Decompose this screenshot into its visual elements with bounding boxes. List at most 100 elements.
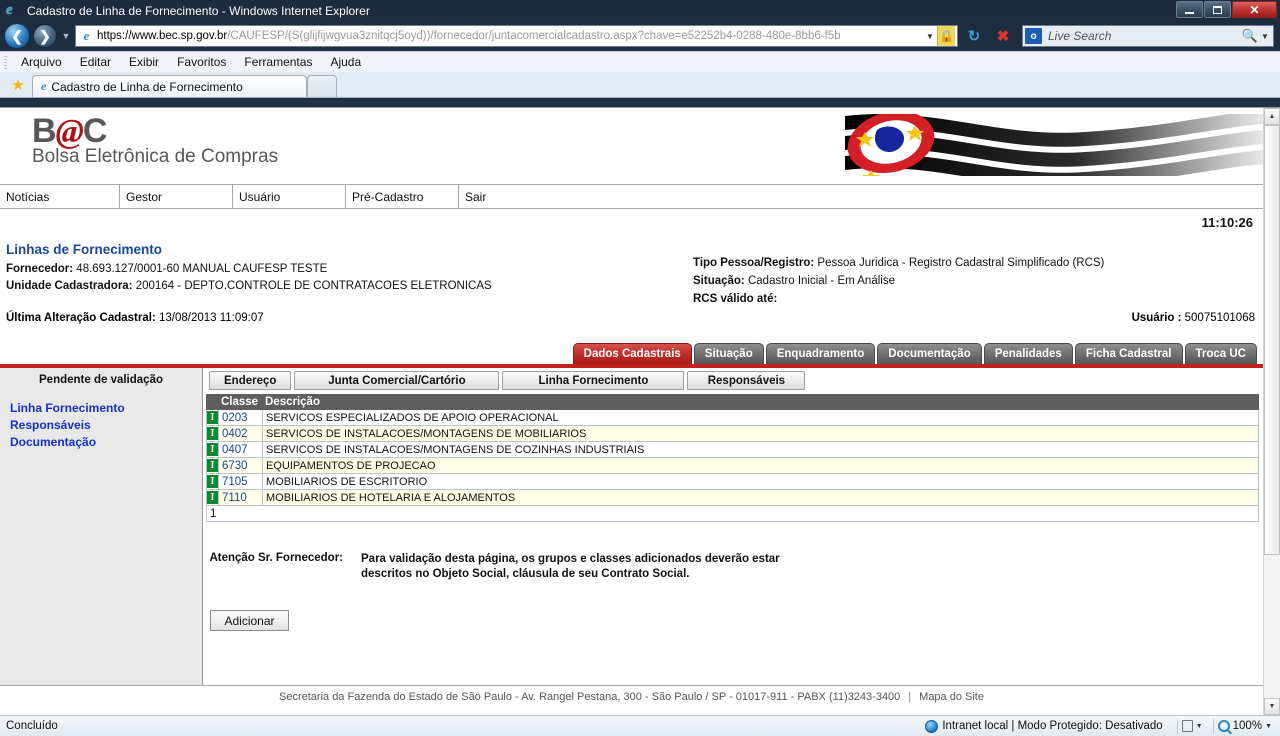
column-header-classe: Classe <box>218 394 263 410</box>
search-dropdown-icon[interactable]: ▼ <box>1259 32 1271 41</box>
search-box[interactable]: o Live Search 🔍 ▼ <box>1022 25 1274 47</box>
main-tabs: Dados Cadastrais Situação Enquadramento … <box>572 343 1257 364</box>
table-row[interactable]: I 7105 MOBILIARIOS DE ESCRITORIO <box>206 473 1259 490</box>
warning-text: Para validação desta página, os grupos e… <box>361 553 780 580</box>
stop-button[interactable]: ✖ <box>990 24 1016 48</box>
privacy-report-button[interactable]: ▼ <box>1181 720 1209 732</box>
add-button[interactable]: Adicionar <box>210 610 289 631</box>
table-row[interactable]: I 7110 MOBILIARIOS DE HOTELARIA E ALOJAM… <box>206 489 1259 506</box>
refresh-button[interactable]: ↻ <box>961 24 987 48</box>
tipo-pessoa-line: Tipo Pessoa/Registro: Pessoa Juridica - … <box>693 257 1104 269</box>
site-footer: Secretaria da Fazenda do Estado de São P… <box>0 685 1263 707</box>
subtab-endereco[interactable]: Endereço <box>209 371 292 390</box>
address-bar[interactable]: e https://www.bec.sp.gov.br/CAUFESP/(S(g… <box>75 25 958 47</box>
subtab-linha-fornecimento[interactable]: Linha Fornecimento <box>502 371 685 390</box>
scrollbar-thumb[interactable] <box>1264 125 1280 555</box>
row-info-cell[interactable]: I <box>206 473 219 490</box>
sidebar-item-documentacao[interactable]: Documentação <box>0 434 202 451</box>
info-icon[interactable]: I <box>207 427 218 440</box>
maximize-button[interactable] <box>1204 1 1231 18</box>
close-button[interactable]: ✕ <box>1232 1 1277 18</box>
tab-enquadramento[interactable]: Enquadramento <box>765 343 876 364</box>
row-info-cell[interactable]: I <box>206 441 219 458</box>
search-icon[interactable]: 🔍 <box>1241 28 1259 44</box>
window-controls: ✕ <box>1176 1 1277 18</box>
situacao-line: Situação: Cadastro Inicial - Em Análise <box>693 275 1104 287</box>
info-icon[interactable]: I <box>207 459 218 472</box>
info-icon[interactable]: I <box>207 411 218 424</box>
address-dropdown-icon[interactable]: ▼ <box>923 32 937 41</box>
row-classe: 7110 <box>218 489 263 506</box>
site-navigation: Notícias Gestor Usuário Pré-Cadastro Sai… <box>0 184 1263 209</box>
tab-label: Cadastro de Linha de Fornecimento <box>51 79 243 94</box>
content-panel: Endereço Junta Comercial/Cartório Linha … <box>203 368 1263 685</box>
pager-page-number[interactable]: 1 <box>206 505 1259 522</box>
status-bar: Concluído Intranet local | Modo Protegid… <box>0 715 1280 736</box>
tab-dados-cadastrais[interactable]: Dados Cadastrais <box>572 343 692 364</box>
zoom-caret-icon[interactable]: ▼ <box>1265 723 1272 730</box>
internet-explorer-icon: e <box>6 1 13 18</box>
table-pager-row: 1 <box>206 505 1259 522</box>
privacy-caret-icon[interactable]: ▼ <box>1196 723 1203 730</box>
site-nav-noticias[interactable]: Notícias <box>0 185 120 208</box>
menu-item-arquivo[interactable]: Arquivo <box>12 54 71 70</box>
sidebar-item-linha-fornecimento[interactable]: Linha Fornecimento <box>0 400 202 417</box>
row-descricao: SERVICOS DE INSTALACOES/MONTAGENS DE COZ… <box>262 441 1259 458</box>
menu-item-ajuda[interactable]: Ajuda <box>321 54 370 70</box>
tab-documentacao[interactable]: Documentação <box>877 343 982 364</box>
table-row[interactable]: I 6730 EQUIPAMENTOS DE PROJECAO <box>206 457 1259 474</box>
zoom-control[interactable]: 100% ▼ <box>1217 720 1280 732</box>
sao-paulo-flag-banner <box>845 114 1263 176</box>
table-row[interactable]: I 0203 SERVICOS ESPECIALIZADOS DE APOIO … <box>206 409 1259 426</box>
site-nav-gestor[interactable]: Gestor <box>120 185 233 208</box>
search-input[interactable]: Live Search <box>1042 29 1241 43</box>
scroll-up-icon[interactable]: ▲ <box>1264 108 1280 125</box>
site-nav-sair[interactable]: Sair <box>459 185 1262 208</box>
site-nav-pre-cadastro[interactable]: Pré-Cadastro <box>346 185 459 208</box>
subtab-responsaveis[interactable]: Responsáveis <box>687 371 806 390</box>
footer-sitemap-link[interactable]: Mapa do Site <box>919 691 984 703</box>
menu-item-favoritos[interactable]: Favoritos <box>168 54 235 70</box>
row-descricao: MOBILIARIOS DE ESCRITORIO <box>262 473 1259 490</box>
table-row[interactable]: I 0402 SERVICOS DE INSTALACOES/MONTAGENS… <box>206 425 1259 442</box>
menu-item-exibir[interactable]: Exibir <box>120 54 168 70</box>
back-button[interactable]: ❮ <box>4 23 30 49</box>
row-classe: 0203 <box>218 409 263 426</box>
vertical-scrollbar[interactable]: ▲ ▼ <box>1263 108 1280 715</box>
row-classe: 7105 <box>218 473 263 490</box>
menu-item-ferramentas[interactable]: Ferramentas <box>235 54 321 70</box>
menu-item-editar[interactable]: Editar <box>71 54 120 70</box>
row-info-cell[interactable]: I <box>206 425 219 442</box>
new-tab-button[interactable] <box>307 75 337 97</box>
security-zone[interactable]: Intranet local | Modo Protegido: Desativ… <box>925 719 1172 733</box>
column-header-descricao: Descrição <box>262 394 1259 410</box>
info-icon[interactable]: I <box>207 475 218 488</box>
browser-tab[interactable]: e Cadastro de Linha de Fornecimento <box>32 75 307 97</box>
row-info-cell[interactable]: I <box>206 409 219 426</box>
subtab-junta-comercial[interactable]: Junta Comercial/Cartório <box>294 371 500 390</box>
minimize-button[interactable] <box>1176 1 1203 18</box>
forward-button[interactable]: ❯ <box>33 24 57 48</box>
tab-ficha-cadastral[interactable]: Ficha Cadastral <box>1074 343 1183 364</box>
tab-troca-uc[interactable]: Troca UC <box>1184 343 1257 364</box>
tab-penalidades[interactable]: Penalidades <box>983 343 1073 364</box>
body-area: Pendente de validação Linha Fornecimento… <box>0 368 1263 685</box>
zoom-level: 100% <box>1232 720 1263 732</box>
rcs-validade-label: RCS válido até: <box>693 293 778 305</box>
usuario-value: 50075101068 <box>1184 312 1255 324</box>
favorites-star-icon[interactable]: ★ <box>4 76 32 97</box>
tab-situacao[interactable]: Situação <box>693 343 764 364</box>
situacao-label: Situação: <box>693 275 745 287</box>
history-dropdown-icon[interactable]: ▼ <box>60 31 72 41</box>
site-nav-usuario[interactable]: Usuário <box>233 185 346 208</box>
info-icon[interactable]: I <box>207 443 218 456</box>
scrollbar-track[interactable] <box>1264 125 1280 698</box>
row-info-cell[interactable]: I <box>206 457 219 474</box>
sub-tabs: Endereço Junta Comercial/Cartório Linha … <box>206 368 1263 394</box>
table-row[interactable]: I 0407 SERVICOS DE INSTALACOES/MONTAGENS… <box>206 441 1259 458</box>
info-icon[interactable]: I <box>207 491 218 504</box>
sidebar-item-responsaveis[interactable]: Responsáveis <box>0 417 202 434</box>
scroll-down-icon[interactable]: ▼ <box>1264 698 1280 715</box>
row-info-cell[interactable]: I <box>206 489 219 506</box>
search-provider-icon: o <box>1025 28 1042 44</box>
